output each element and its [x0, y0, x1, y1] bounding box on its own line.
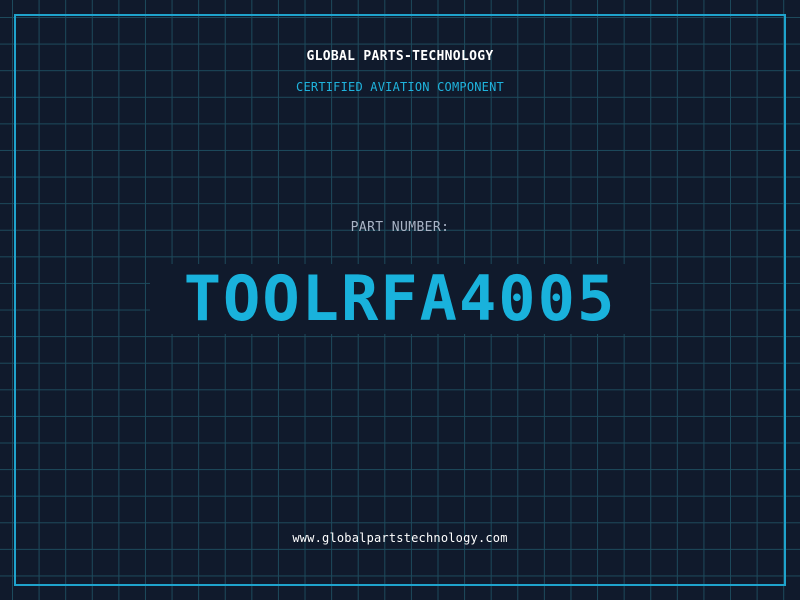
part-number-label: PART NUMBER:: [350, 220, 450, 235]
website-url: www.globalpartstechnology.com: [292, 531, 508, 545]
part-number-panel: TOOLRFA4005: [150, 264, 650, 334]
tagline: CERTIFIED AVIATION COMPONENT: [296, 80, 504, 94]
part-card: GLOBAL PARTS-TECHNOLOGY CERTIFIED AVIATI…: [0, 0, 800, 600]
company-name: GLOBAL PARTS-TECHNOLOGY: [306, 49, 494, 64]
part-number: TOOLRFA4005: [183, 262, 617, 335]
